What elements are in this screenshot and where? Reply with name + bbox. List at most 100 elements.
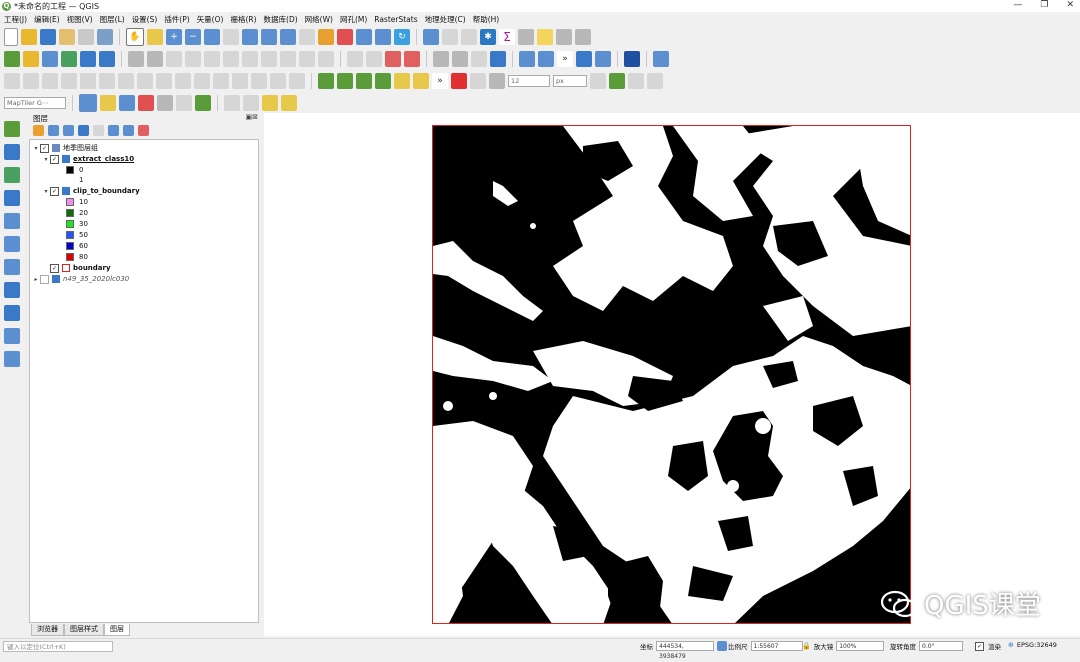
zoom-last-icon[interactable]: [280, 29, 296, 45]
locator-search-field[interactable]: 键入以定位(Ctrl+K): [3, 640, 113, 652]
raster-full-stretch-icon[interactable]: [375, 73, 391, 89]
snapping-intersection-icon[interactable]: [609, 73, 625, 89]
coordinate-field[interactable]: 444534, 3938479: [656, 641, 714, 660]
render-checkbox[interactable]: ✓: [975, 641, 984, 651]
collapse-arrow-icon[interactable]: ▾: [32, 145, 40, 152]
layer-visibility-checkbox[interactable]: [40, 274, 49, 284]
merge-features-icon[interactable]: [251, 73, 267, 89]
toggle-extents-icon[interactable]: [717, 641, 727, 651]
help-contents-icon[interactable]: [624, 51, 640, 67]
filter-expression-icon[interactable]: [93, 125, 104, 136]
zoom-next-icon[interactable]: [299, 29, 315, 45]
tracing-icon[interactable]: [647, 73, 663, 89]
new-project-icon[interactable]: [4, 28, 18, 46]
group-visibility-checkbox[interactable]: ✓: [40, 143, 49, 153]
snap-units-select[interactable]: px: [553, 75, 587, 87]
grid-tools-icon[interactable]: [243, 95, 259, 111]
layout-manager-icon[interactable]: [78, 29, 94, 45]
maptiler-search-field[interactable]: MapTiler G⋯: [4, 97, 66, 109]
tab-browser[interactable]: 浏览器: [31, 624, 64, 636]
layer-visibility-checkbox[interactable]: ✓: [50, 186, 59, 196]
label-tool-icon[interactable]: [347, 51, 363, 67]
search-red-icon[interactable]: [138, 95, 154, 111]
reshape-icon[interactable]: [175, 73, 191, 89]
add-ring-icon[interactable]: [80, 73, 96, 89]
map-tips-icon[interactable]: [537, 29, 553, 45]
deselect-icon[interactable]: [224, 95, 240, 111]
panel-float-close-icon[interactable]: ▣⊠: [246, 113, 258, 121]
identify-features-icon[interactable]: [423, 29, 439, 45]
layer-visibility-checkbox[interactable]: ✓: [50, 263, 59, 273]
save-edits-icon[interactable]: [166, 51, 182, 67]
menu-raster[interactable]: 栅格(R): [230, 14, 256, 25]
add-virtual-layer-icon[interactable]: [4, 213, 20, 229]
digitize-icon[interactable]: [185, 51, 201, 67]
lock-scale-icon[interactable]: 🔒: [802, 642, 811, 650]
copy-icon[interactable]: [261, 51, 277, 67]
select-by-location-icon[interactable]: [100, 95, 116, 111]
rotate-symbol-icon[interactable]: [289, 73, 305, 89]
snapping-magnet-icon[interactable]: [451, 73, 467, 89]
label-highlight-icon[interactable]: [385, 51, 401, 67]
redo-icon[interactable]: [318, 51, 334, 67]
search-metadata-icon[interactable]: [519, 51, 535, 67]
pan-to-selection-icon[interactable]: [147, 29, 163, 45]
simplify-icon[interactable]: [61, 73, 77, 89]
minimize-icon[interactable]: —: [1013, 0, 1022, 10]
georeferencer-icon[interactable]: [653, 51, 669, 67]
data-source-manager-icon[interactable]: [4, 51, 20, 67]
undo-icon[interactable]: [299, 51, 315, 67]
measure-icon[interactable]: [518, 29, 534, 45]
raster-local-stretch-icon[interactable]: [356, 73, 372, 89]
csw-icon[interactable]: [538, 51, 554, 67]
new-geopackage-icon[interactable]: [23, 51, 39, 67]
expand-all-icon[interactable]: [108, 125, 119, 136]
collapse-arrow-icon[interactable]: ▾: [42, 156, 50, 163]
text-annotation-icon[interactable]: [575, 29, 591, 45]
increase-brightness-icon[interactable]: [394, 73, 410, 89]
statistics-sum-icon[interactable]: Σ: [499, 29, 515, 45]
refresh-icon[interactable]: ↻: [394, 29, 410, 45]
save-project-icon[interactable]: [40, 29, 56, 45]
open-attribute-table-icon[interactable]: [442, 29, 458, 45]
tab-layers[interactable]: 图层: [104, 624, 130, 636]
close-icon[interactable]: ✕: [1066, 0, 1074, 10]
highlight-icon[interactable]: [262, 95, 278, 111]
add-postgis-layer-icon[interactable]: [4, 259, 20, 275]
current-edits-icon[interactable]: [128, 51, 144, 67]
more-tools-icon[interactable]: »: [557, 51, 573, 67]
add-raster-layer-icon[interactable]: [4, 144, 20, 160]
measure-grid-icon[interactable]: [176, 95, 192, 111]
split-parts-icon[interactable]: [232, 73, 248, 89]
python-icon[interactable]: [576, 51, 592, 67]
db-manager-small-icon[interactable]: [471, 51, 487, 67]
rotate-feature-icon[interactable]: [42, 73, 58, 89]
remove-layer-icon[interactable]: [138, 125, 149, 136]
topological-editing-icon[interactable]: [590, 73, 606, 89]
add-wms-layer-icon[interactable]: [4, 282, 20, 298]
layer-group-row[interactable]: ▾ ✓ 地季图层组: [32, 143, 98, 153]
open-layer-styling-icon[interactable]: [33, 125, 44, 136]
add-delimited-text-icon[interactable]: [99, 51, 115, 67]
bookmark-icon[interactable]: [356, 29, 372, 45]
style-manager-icon[interactable]: [97, 29, 113, 45]
more-raster-icon[interactable]: »: [432, 73, 448, 89]
raster-map[interactable]: [432, 125, 911, 624]
open-project-icon[interactable]: [21, 29, 37, 45]
cad-icon[interactable]: [23, 73, 39, 89]
add-spatialite-layer-icon[interactable]: [4, 236, 20, 252]
new-print-layout-icon[interactable]: [59, 29, 75, 45]
field-calculator-icon[interactable]: [461, 29, 477, 45]
fill-ring-icon[interactable]: [118, 73, 134, 89]
restore-icon[interactable]: ❐: [1040, 0, 1048, 10]
annotation-settings-icon[interactable]: [556, 29, 572, 45]
vertex-tool-icon[interactable]: [204, 51, 220, 67]
delete-ring-icon[interactable]: [137, 73, 153, 89]
add-group-icon[interactable]: [48, 125, 59, 136]
manage-visibility-icon[interactable]: [63, 125, 74, 136]
menu-rasterstats[interactable]: RasterStats: [374, 15, 417, 24]
menu-database[interactable]: 数据库(D): [264, 14, 298, 25]
new-map-view-icon[interactable]: [318, 29, 334, 45]
collapse-arrow-icon[interactable]: ▾: [42, 188, 50, 195]
extent-icon[interactable]: [195, 95, 211, 111]
